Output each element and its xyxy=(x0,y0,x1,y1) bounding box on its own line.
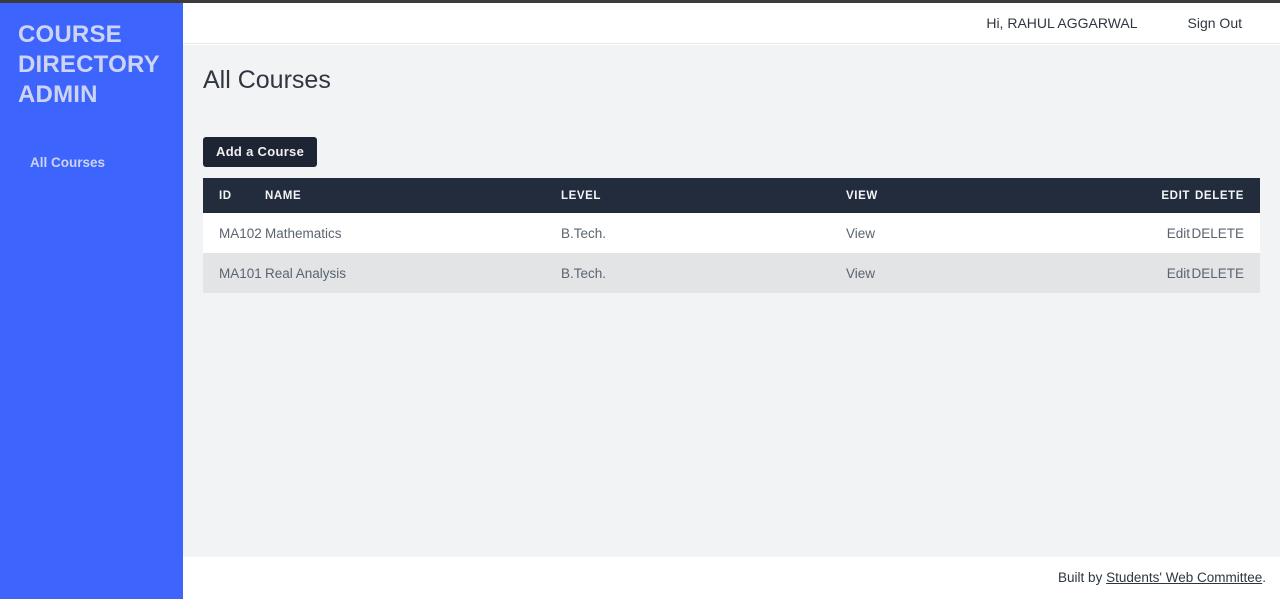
cell-view-action: View xyxy=(846,253,1126,293)
sign-out-link[interactable]: Sign Out xyxy=(1188,15,1242,31)
sidebar-item-all-courses[interactable]: All Courses xyxy=(0,152,183,173)
top-header-bar: Hi, RAHUL AGGARWAL Sign Out xyxy=(183,3,1280,44)
students-web-committee-link[interactable]: Students' Web Committee xyxy=(1106,570,1262,585)
delete-link[interactable]: DELETE xyxy=(1191,226,1244,241)
courses-table: ID NAME LEVEL VIEW EDIT DELETE MA102 Mat… xyxy=(203,178,1260,293)
column-header-id: ID xyxy=(203,178,265,213)
courses-table-container: ID NAME LEVEL VIEW EDIT DELETE MA102 Mat… xyxy=(203,178,1260,293)
footer-prefix: Built by xyxy=(1058,570,1106,585)
cell-course-level: B.Tech. xyxy=(561,213,846,253)
cell-course-name: Real Analysis xyxy=(265,253,561,293)
sidebar-brand-title: COURSE DIRECTORY ADMIN xyxy=(18,20,168,110)
cell-edit-action: Edit xyxy=(1126,213,1190,253)
column-header-level: LEVEL xyxy=(561,178,846,213)
cell-view-action: View xyxy=(846,213,1126,253)
cell-course-level: B.Tech. xyxy=(561,253,846,293)
table-row: MA101 Real Analysis B.Tech. View Edit DE… xyxy=(203,253,1260,293)
view-link[interactable]: View xyxy=(846,266,875,281)
cell-delete-action: DELETE xyxy=(1190,253,1260,293)
column-header-name: NAME xyxy=(265,178,561,213)
cell-course-id: MA101 xyxy=(203,253,265,293)
column-header-view: VIEW xyxy=(846,178,1126,213)
cell-course-name: Mathematics xyxy=(265,213,561,253)
edit-link[interactable]: Edit xyxy=(1167,266,1190,281)
page-title: All Courses xyxy=(203,66,331,95)
user-greeting: Hi, RAHUL AGGARWAL xyxy=(986,15,1137,31)
view-link[interactable]: View xyxy=(846,226,875,241)
sidebar-nav: All Courses xyxy=(0,152,183,173)
footer-credit: Built by Students' Web Committee. xyxy=(1058,570,1266,585)
footer: Built by Students' Web Committee. xyxy=(183,557,1280,599)
table-row: MA102 Mathematics B.Tech. View Edit DELE… xyxy=(203,213,1260,253)
courses-table-head: ID NAME LEVEL VIEW EDIT DELETE xyxy=(203,178,1260,213)
footer-suffix: . xyxy=(1262,570,1266,585)
column-header-delete: DELETE xyxy=(1190,178,1260,213)
add-a-course-button[interactable]: Add a Course xyxy=(203,137,317,167)
main-content: All Courses Add a Course ID NAME LEVEL V… xyxy=(183,45,1280,557)
cell-edit-action: Edit xyxy=(1126,253,1190,293)
window-top-strip xyxy=(0,0,1280,3)
column-header-edit: EDIT xyxy=(1126,178,1190,213)
edit-link[interactable]: Edit xyxy=(1167,226,1190,241)
table-header-row: ID NAME LEVEL VIEW EDIT DELETE xyxy=(203,178,1260,213)
courses-table-body: MA102 Mathematics B.Tech. View Edit DELE… xyxy=(203,213,1260,293)
delete-link[interactable]: DELETE xyxy=(1191,266,1244,281)
cell-delete-action: DELETE xyxy=(1190,213,1260,253)
sidebar: COURSE DIRECTORY ADMIN All Courses xyxy=(0,0,183,599)
cell-course-id: MA102 xyxy=(203,213,265,253)
